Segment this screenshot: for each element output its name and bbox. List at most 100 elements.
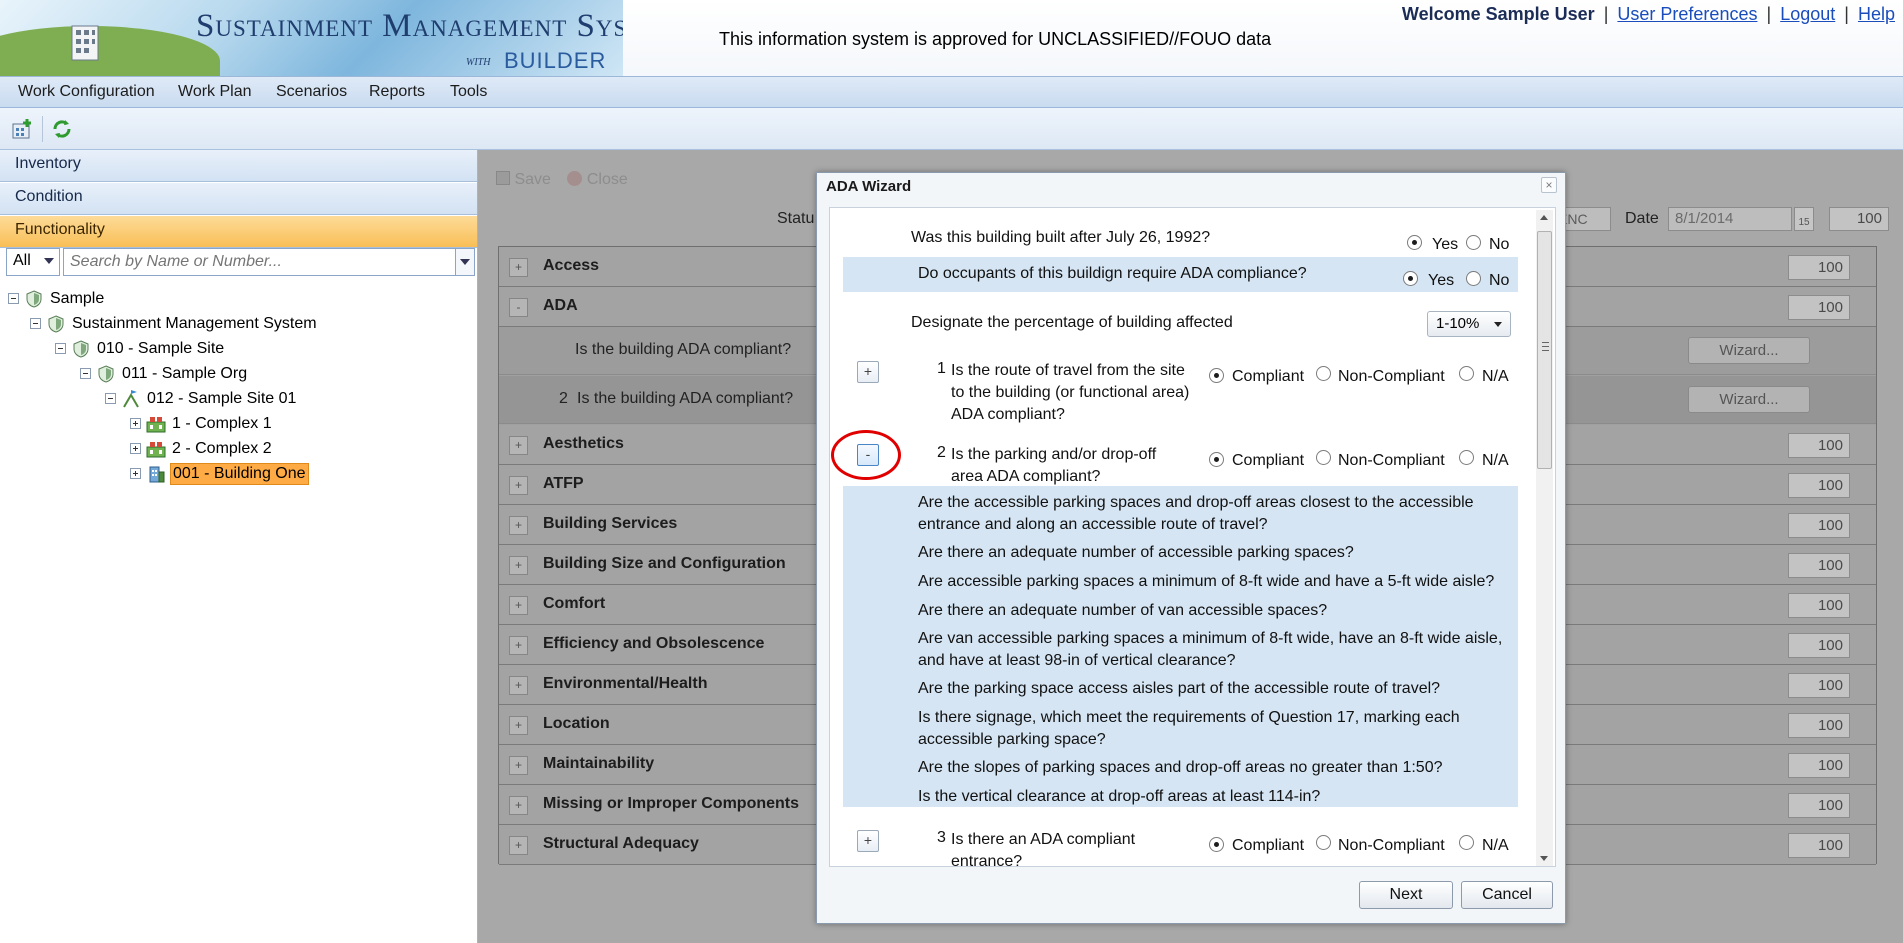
q2-noncompliant-radio[interactable] [1316,450,1331,465]
category-score[interactable]: 100 [1788,753,1850,778]
category-score[interactable]: 100 [1788,473,1850,498]
category-toggle[interactable]: + [509,836,528,855]
tree-node-label[interactable]: 2 - Complex 2 [170,440,274,458]
category-score[interactable]: 100 [1788,255,1850,280]
q3-compliant-radio[interactable] [1209,837,1224,852]
q2-compliant-radio[interactable] [1209,452,1224,467]
category-name: Location [543,715,610,732]
q2-na-label: N/A [1482,452,1509,469]
search-dropdown-button[interactable] [455,248,475,276]
tree-node-label[interactable]: 012 - Sample Site 01 [145,390,298,408]
question-percentage: Designate the percentage of building aff… [911,314,1233,331]
collapse-icon[interactable] [80,368,91,379]
grip-icon [1542,342,1549,351]
question-1-text: Is the route of travel from the site to … [951,360,1189,426]
menu-tools[interactable]: Tools [450,83,487,101]
collapse-icon[interactable] [8,293,19,304]
menu-reports[interactable]: Reports [369,83,425,101]
expand-question-3[interactable]: + [857,830,879,852]
category-toggle[interactable]: + [509,556,528,575]
collapse-icon[interactable] [105,393,116,404]
q1-noncompliant-radio[interactable] [1316,366,1331,381]
chevron-down-icon [460,259,470,265]
menu-scenarios[interactable]: Scenarios [276,83,347,101]
search-input[interactable] [63,248,457,276]
date-input[interactable]: 8/1/2014 [1668,207,1792,231]
category-score[interactable]: 100 [1788,593,1850,618]
overall-score-field[interactable]: 100 [1829,207,1889,231]
scroll-up-icon[interactable] [1540,215,1548,220]
scroll-down-icon[interactable] [1540,856,1548,861]
accordion-inventory[interactable]: Inventory [0,150,477,182]
calendar-icon[interactable]: 15 [1794,207,1814,231]
percentage-select[interactable]: 1-10% [1427,311,1511,337]
q3-na-radio[interactable] [1459,835,1474,850]
close-icon[interactable]: × [1541,177,1557,193]
category-score[interactable]: 100 [1788,433,1850,458]
built-no-radio[interactable] [1466,235,1481,250]
shield-icon [71,339,91,359]
category-toggle[interactable]: + [509,476,528,495]
expand-icon[interactable] [130,468,141,479]
expand-icon[interactable] [130,418,141,429]
q1-compliant-radio[interactable] [1209,368,1224,383]
q3-noncompliant-radio[interactable] [1316,835,1331,850]
category-score[interactable]: 100 [1788,295,1850,320]
dialog-scrollbar[interactable] [1536,210,1553,866]
tree-node-label[interactable]: 001 - Building One [170,463,309,485]
category-toggle[interactable]: - [509,298,528,317]
category-toggle[interactable]: + [509,636,528,655]
category-score[interactable]: 100 [1788,513,1850,538]
refresh-icon[interactable] [50,118,74,140]
tree-node-label[interactable]: 010 - Sample Site [95,340,226,358]
category-score[interactable]: 100 [1788,553,1850,578]
occupants-no-radio[interactable] [1466,271,1481,286]
menu-work-configuration[interactable]: Work Configuration [18,83,155,101]
category-toggle[interactable]: + [509,596,528,615]
occupants-yes-radio[interactable] [1403,271,1418,286]
category-score[interactable]: 100 [1788,673,1850,698]
category-toggle[interactable]: + [509,716,528,735]
expand-question-1[interactable]: + [857,361,879,383]
wizard-button[interactable]: Wizard... [1688,386,1810,413]
category-toggle[interactable]: + [509,258,528,277]
category-toggle[interactable]: + [509,756,528,775]
filter-select[interactable]: All [6,248,60,276]
category-score[interactable]: 100 [1788,633,1850,658]
logo-builder: BUILDER [504,48,607,73]
tree-node-label[interactable]: 1 - Complex 1 [170,415,274,433]
percentage-select-value: 1-10% [1436,315,1480,332]
next-button[interactable]: Next [1359,881,1453,909]
category-score[interactable]: 100 [1788,833,1850,858]
tree-node-label[interactable]: 011 - Sample Org [120,365,249,383]
tree-node-label[interactable]: Sample [48,290,106,308]
scroll-thumb[interactable] [1537,231,1552,469]
category-toggle[interactable]: + [509,516,528,535]
add-icon[interactable] [10,118,34,140]
wizard-button[interactable]: Wizard... [1688,337,1810,364]
ada-question-text: Is the building ADA compliant? [577,390,794,407]
collapse-icon[interactable] [30,318,41,329]
tree-node-label[interactable]: Sustainment Management System [70,315,319,333]
logout-link[interactable]: Logout [1780,4,1835,24]
category-toggle[interactable]: + [509,436,528,455]
close-button[interactable]: Close [587,171,628,188]
category-toggle[interactable]: + [509,676,528,695]
q2-na-radio[interactable] [1459,450,1474,465]
menu-bar: Work Configuration Work Plan Scenarios R… [0,76,1903,108]
category-score[interactable]: 100 [1788,793,1850,818]
category-toggle[interactable]: + [509,796,528,815]
accordion-functionality[interactable]: Functionality [0,216,477,248]
save-button[interactable]: Save [514,171,550,188]
accordion-condition[interactable]: Condition [0,183,477,215]
category-score[interactable]: 100 [1788,713,1850,738]
collapse-icon[interactable] [55,343,66,354]
expand-icon[interactable] [130,443,141,454]
built-yes-radio[interactable] [1407,235,1422,250]
cancel-button[interactable]: Cancel [1461,881,1553,909]
occupants-no-label: No [1489,272,1510,289]
menu-work-plan[interactable]: Work Plan [178,83,252,101]
help-link[interactable]: Help [1858,4,1895,24]
q1-na-radio[interactable] [1459,366,1474,381]
user-preferences-link[interactable]: User Preferences [1617,4,1757,24]
